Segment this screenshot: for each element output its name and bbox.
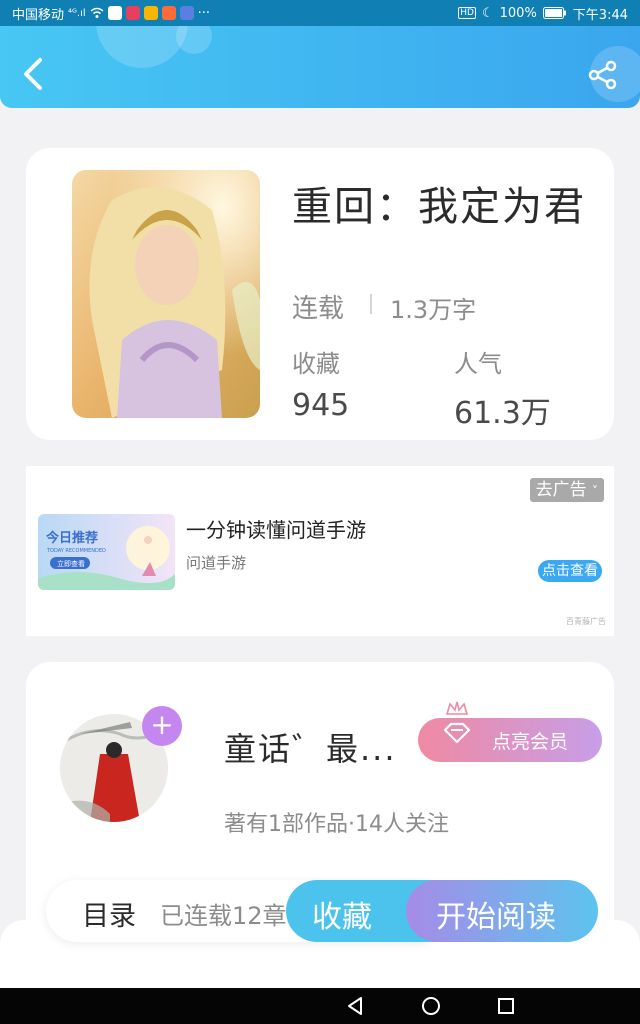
- ad-image-subtitle: TODAY RECOMMENDED: [46, 548, 106, 554]
- carrier-text: 中国移动: [12, 7, 65, 23]
- ad-title[interactable]: 一分钟读懂问道手游: [186, 514, 366, 543]
- popularity-count: 61.3万: [454, 396, 551, 431]
- app-notification-icon: [125, 6, 140, 20]
- start-reading-button[interactable]: 开始阅读: [406, 880, 598, 942]
- status-bar: 中国移动 ⁴ᴳ.ıl ··· HD ☾ 100% 下午3:44: [0, 0, 640, 26]
- plus-icon: +: [150, 708, 174, 741]
- moon-icon: ☾: [481, 5, 494, 21]
- follow-author-button[interactable]: +: [142, 706, 182, 746]
- remove-ad-button[interactable]: 去广告 ˅: [529, 478, 604, 502]
- book-title: 重回：我定为君: [292, 184, 586, 230]
- header: [0, 26, 640, 108]
- ad-image-title: 今日推荐: [45, 530, 98, 546]
- nav-back-button[interactable]: [344, 994, 368, 1018]
- favorites-count: 945: [292, 388, 350, 423]
- decorative-bubble: [96, 26, 188, 68]
- ad-subtitle: 问道手游: [186, 554, 247, 572]
- ad-image-button: 立即查看: [57, 559, 85, 568]
- vip-label: 点亮会员: [492, 731, 569, 753]
- crown-diamond-icon: [443, 701, 471, 744]
- more-notifications: ···: [197, 5, 211, 21]
- status-right: HD ☾ 100% 下午3:44: [458, 4, 628, 23]
- battery-icon: [542, 7, 566, 19]
- vip-membership-button[interactable]: 点亮会员: [418, 701, 602, 762]
- app-notification-icon: [107, 6, 122, 20]
- ad-view-button[interactable]: 点击查看: [538, 560, 602, 582]
- read-label: 开始阅读: [436, 900, 556, 935]
- battery-percent: 100%: [499, 5, 537, 21]
- book-info-card: 重回：我定为君 连载 1.3万字 收藏 945 人气 61.3万: [26, 148, 614, 440]
- status-left: 中国移动 ⁴ᴳ.ıl ···: [12, 4, 210, 23]
- chapter-count: 已连载12章: [160, 902, 287, 930]
- book-cover[interactable]: [72, 170, 260, 418]
- nav-home-button[interactable]: [419, 994, 443, 1018]
- word-count: 1.3万字: [390, 296, 477, 324]
- signal-icon: ⁴ᴳ.ıl: [68, 7, 86, 19]
- system-navigation-bar: [0, 988, 640, 1024]
- app-notification-icon: [161, 6, 176, 20]
- wifi-icon: [90, 7, 104, 18]
- favorites-label: 收藏: [292, 350, 340, 378]
- remove-ad-label: 去广告: [535, 480, 587, 500]
- nav-recents-button[interactable]: [494, 994, 518, 1018]
- decorative-bubble: [176, 26, 212, 54]
- collect-label: 收藏: [312, 900, 372, 935]
- app-notification-icon: [143, 6, 158, 20]
- ad-source: 百青藤广告: [566, 617, 606, 626]
- back-button[interactable]: [18, 56, 48, 92]
- hd-badge: HD: [458, 7, 476, 19]
- share-button[interactable]: [588, 60, 618, 90]
- ad-image[interactable]: 今日推荐 TODAY RECOMMENDED 立即查看: [38, 514, 175, 590]
- cover-illustration: [72, 170, 260, 418]
- clock: 下午3:44: [572, 7, 628, 23]
- ad-banner[interactable]: 去广告 ˅ 今日推荐 TODAY RECOMMENDED 立即查看 一分钟读懂问…: [26, 466, 614, 636]
- chevron-down-icon: ˅: [592, 484, 598, 498]
- author-name[interactable]: 童话゛最...: [224, 724, 397, 770]
- popularity-label: 人气: [454, 350, 502, 378]
- author-stats: 著有1部作品·14人关注: [224, 812, 449, 837]
- serial-status: 连载: [292, 294, 345, 324]
- divider: [370, 294, 372, 314]
- ad-illustration: 今日推荐 TODAY RECOMMENDED 立即查看: [38, 514, 175, 590]
- toc-label: 目录: [82, 901, 136, 932]
- app-notification-icon: [179, 6, 194, 20]
